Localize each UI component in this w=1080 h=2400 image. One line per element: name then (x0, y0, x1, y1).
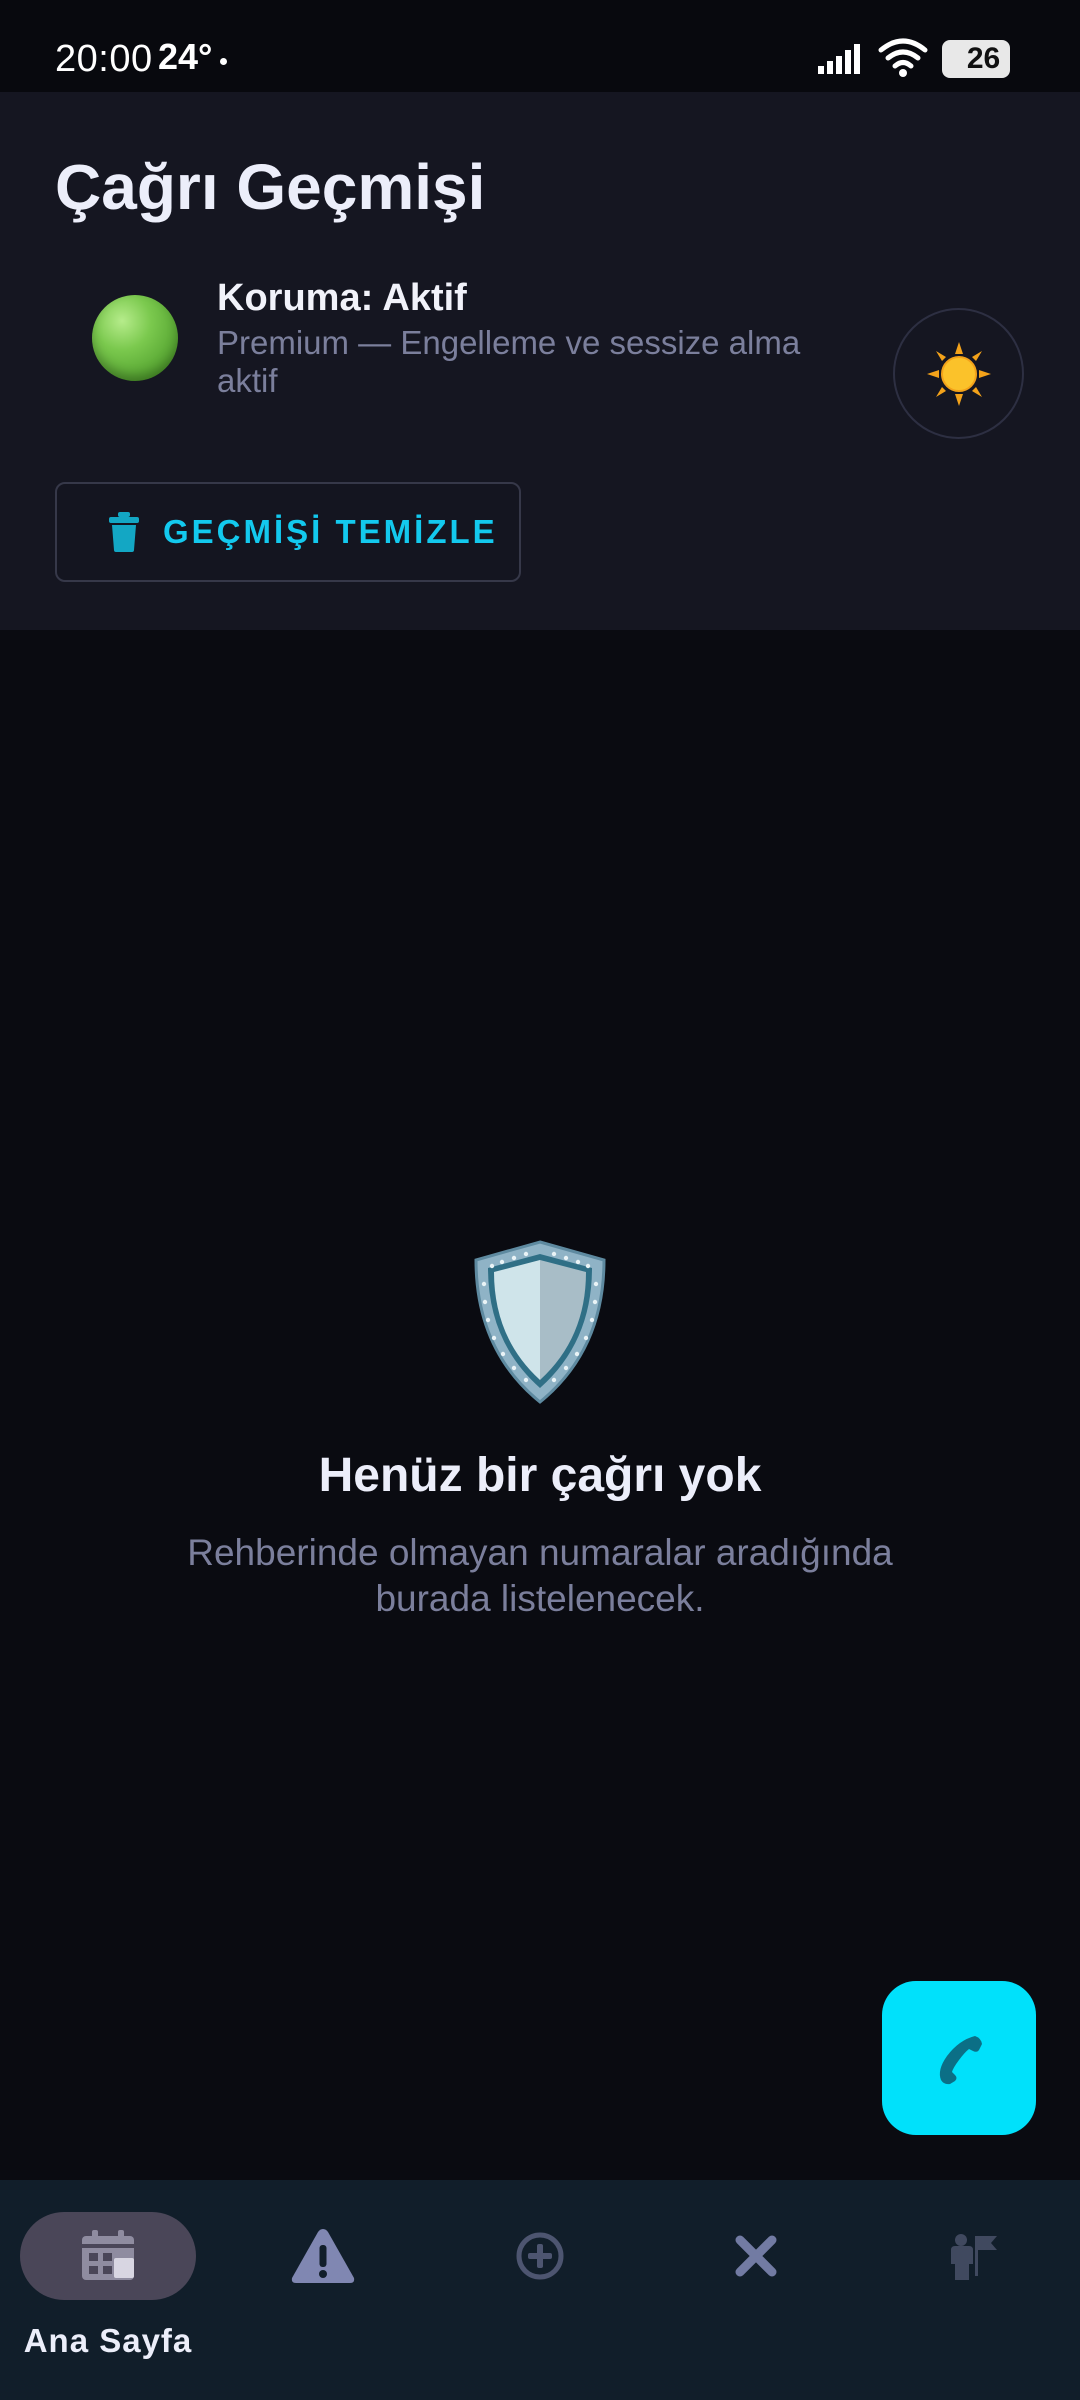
nav-item-profile[interactable] (913, 2180, 1033, 2400)
status-bar: 20:00 24° 26 (0, 0, 1080, 92)
profile-icon (951, 2234, 997, 2280)
nav-item-blocked[interactable] (696, 2180, 816, 2400)
close-x-icon (735, 2235, 777, 2277)
nav-item-warnings[interactable] (263, 2180, 383, 2400)
wifi-icon (878, 38, 928, 77)
clear-history-label: GEÇMİŞİ TEMİZLE (163, 513, 498, 550)
home-calendar-icon (82, 2230, 134, 2280)
bottom-navigation: Ana Sayfa (0, 2180, 1080, 2400)
status-time: 20:00 (55, 38, 153, 80)
header: Çağrı Geçmişi Koruma: Aktif Premium — En… (0, 92, 1080, 630)
protection-subtitle: Premium — Engelleme ve sessize alma akti… (217, 324, 801, 399)
nav-active-indicator (20, 2212, 196, 2300)
battery-level: 26 (966, 42, 1001, 75)
empty-state-subtitle: Rehberinde olmayan numaralar aradığında … (187, 1532, 893, 1619)
add-circle-icon (516, 2232, 564, 2280)
page-title: Çağrı Geçmişi (55, 151, 486, 223)
nav-item-add[interactable] (480, 2180, 600, 2400)
warning-icon (291, 2229, 355, 2283)
signal-icon (818, 44, 860, 74)
protection-title: Koruma: Aktif (217, 277, 467, 319)
empty-state-title: Henüz bir çağrı yok (318, 1449, 762, 1502)
nav-item-home[interactable]: Ana Sayfa (20, 2180, 196, 2400)
sun-icon (926, 341, 991, 406)
shield-icon (474, 1240, 606, 1404)
theme-toggle-button[interactable] (893, 308, 1024, 439)
protection-status-icon (92, 295, 178, 381)
nav-label-home: Ana Sayfa (23, 2322, 193, 2359)
clear-history-button[interactable]: GEÇMİŞİ TEMİZLE (55, 482, 521, 582)
notification-dot-icon (220, 58, 227, 65)
call-fab-button[interactable] (882, 1981, 1036, 2135)
status-temperature: 24° (158, 36, 213, 77)
phone-icon (939, 2036, 982, 2085)
trash-icon (109, 512, 139, 552)
